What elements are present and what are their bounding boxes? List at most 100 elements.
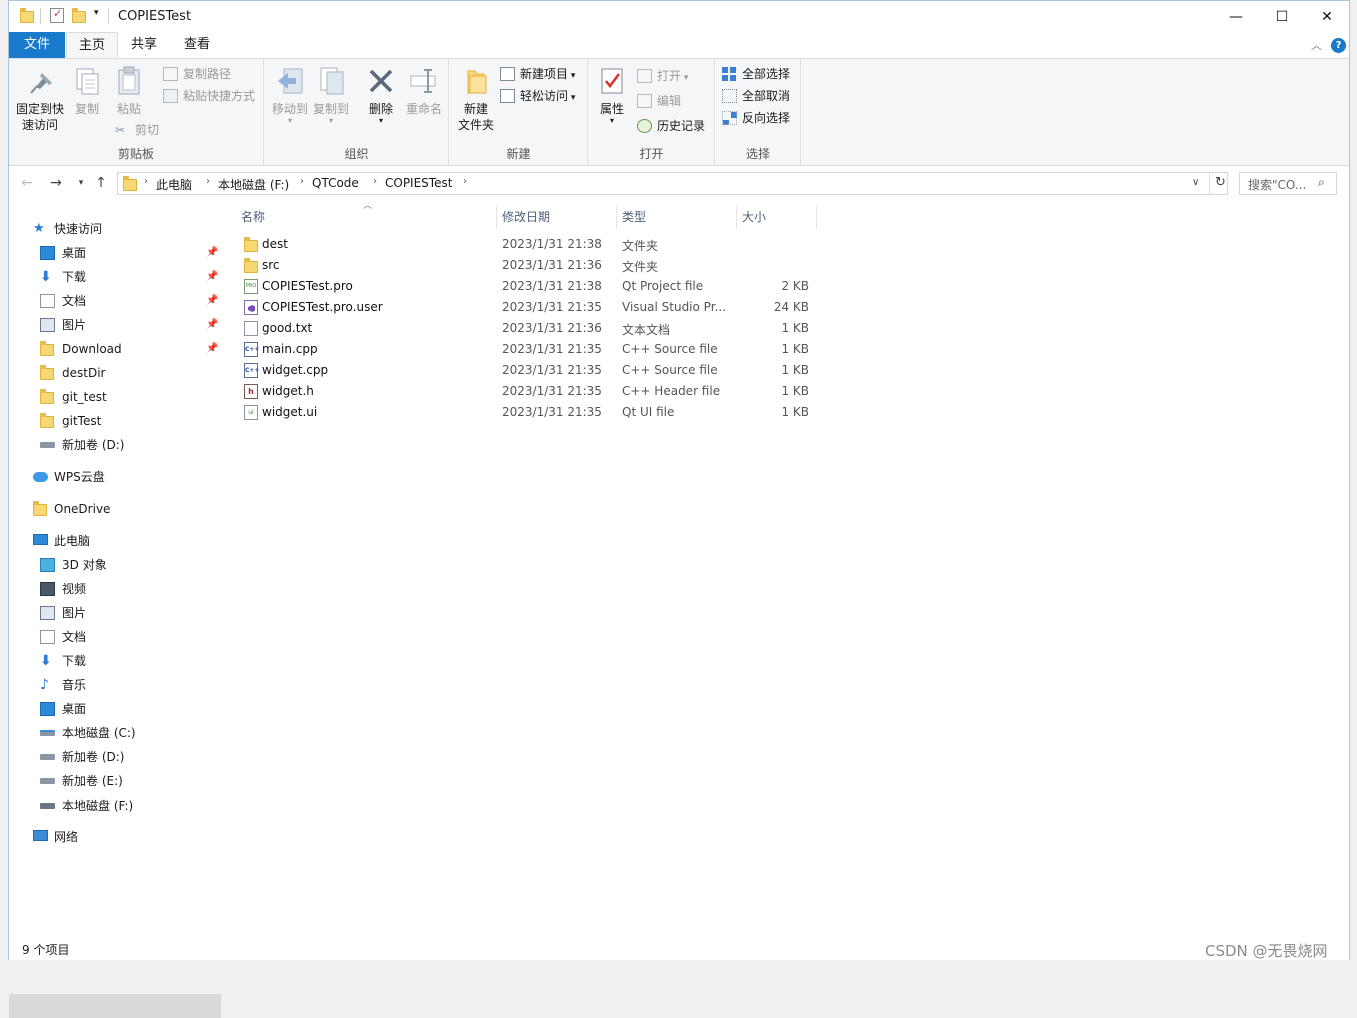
move-to-button[interactable]: 移动到 ▾ (270, 65, 310, 125)
tab-home[interactable]: 主页 (66, 32, 118, 58)
table-row[interactable]: COPIESTest.pro.user 2023/1/31 21:35 Visu… (241, 297, 811, 318)
pin-icon[interactable]: 📌 (206, 241, 218, 265)
address-dropdown-icon[interactable]: ∨ (1192, 177, 1199, 188)
folder-icon (244, 237, 258, 252)
properties-button[interactable]: 属性 ▾ (594, 65, 630, 125)
history-button[interactable]: 历史记录 (637, 116, 705, 136)
chevron-right-icon[interactable]: › (463, 176, 467, 187)
close-button[interactable]: ✕ (1304, 1, 1350, 32)
recent-locations-chevron-icon[interactable]: ▾ (72, 174, 90, 192)
edit-icon (637, 94, 652, 108)
column-header-name[interactable]: 名称 (241, 208, 265, 225)
item-count: 9 个项目 (22, 943, 70, 957)
open-group: 属性 ▾ 打开 ▾ 编辑 历史记录 打开 (589, 59, 715, 165)
edit-button[interactable]: 编辑 (637, 91, 681, 111)
table-row[interactable]: good.txt 2023/1/31 21:36 文本文档 1 KB (241, 318, 811, 339)
table-row[interactable]: dest 2023/1/31 21:38 文件夹 (241, 234, 811, 255)
forward-arrow-icon[interactable]: → (47, 174, 65, 192)
minimize-button[interactable]: — (1213, 1, 1259, 32)
tab-file[interactable]: 文件 (9, 32, 65, 58)
pin-icon[interactable]: 📌 (206, 313, 218, 337)
rename-button[interactable]: 重命名 (403, 65, 445, 117)
organize-label: 组织 (344, 147, 369, 161)
status-bar: 9 个项目 (9, 937, 1349, 960)
tab-share[interactable]: 共享 (118, 32, 170, 58)
nav-item-desktop[interactable]: 桌面 📌 (40, 241, 220, 265)
pin-quick-access-button[interactable]: 固定到快 速访问 (14, 65, 66, 133)
nav-item-documents[interactable]: 文档 📌 (40, 289, 220, 313)
copy-path-button[interactable]: 复制路径 (163, 64, 231, 84)
maximize-button[interactable]: ☐ (1259, 1, 1305, 32)
qt-project-file-icon: PRO (244, 279, 258, 294)
ribbon-tabs: 文件 主页 共享 查看 ︿ ? (9, 32, 1349, 58)
chevron-right-icon[interactable]: › (144, 176, 148, 187)
organize-group: 移动到 ▾ 复制到 ▾ 删除 ▾ 重命名 组织 (265, 59, 449, 165)
new-folder-button[interactable]: 新建 文件夹 (454, 65, 498, 133)
cut-button[interactable]: ✂ 剪切 (115, 120, 159, 140)
copy-button[interactable]: 复制 (69, 65, 105, 117)
easy-access-button[interactable]: 轻松访问 ▾ (500, 86, 575, 106)
select-all-button[interactable]: 全部选择 (722, 64, 790, 84)
folder-icon (244, 258, 258, 273)
chevron-right-icon[interactable]: › (373, 176, 377, 187)
drive-icon (40, 778, 55, 784)
column-header-size[interactable]: 大小 (742, 208, 766, 225)
open-button[interactable]: 打开 ▾ (637, 66, 688, 86)
nav-item-download-folder[interactable]: Download 📌 (40, 337, 220, 361)
computer-icon (33, 534, 48, 545)
paste-shortcut-button[interactable]: 粘贴快捷方式 (163, 86, 255, 106)
new-folder-quick-icon[interactable] (72, 8, 86, 24)
open-icon (637, 69, 652, 83)
folder-icon (40, 365, 55, 380)
nav-item-downloads[interactable]: ⬇ 下载 📌 (40, 265, 220, 289)
copy-to-button[interactable]: 复制到 ▾ (311, 65, 351, 125)
breadcrumb-drive-f[interactable]: 本地磁盘 (F:) (218, 176, 289, 193)
paste-button[interactable]: 粘贴 (111, 65, 147, 117)
back-arrow-icon[interactable]: ← (18, 174, 36, 192)
collapse-ribbon-icon[interactable]: ︿ (1311, 37, 1322, 53)
pin-icon[interactable]: 📌 (206, 265, 218, 289)
explorer-window: ✓ ▾ COPIESTest — ☐ ✕ 文件 主页 共享 查看 ︿ ? 固定到… (8, 0, 1350, 1018)
delete-button[interactable]: 删除 ▾ (361, 65, 401, 125)
system-drive-icon (40, 730, 55, 736)
up-arrow-icon[interactable]: ↑ (92, 174, 110, 192)
copy-path-icon (163, 67, 178, 81)
tab-view[interactable]: 查看 (171, 32, 223, 58)
new-item-button[interactable]: 新建项目 ▾ (500, 64, 575, 84)
pin-icon[interactable]: 📌 (206, 337, 218, 361)
drive-icon (40, 442, 55, 448)
column-header-date[interactable]: 修改日期 (502, 208, 550, 225)
address-bar[interactable]: › 此电脑 › 本地磁盘 (F:) › QTCode › COPIESTest … (117, 172, 1228, 195)
move-to-icon (274, 65, 306, 97)
help-icon[interactable]: ? (1331, 38, 1346, 53)
table-row[interactable]: h widget.h 2023/1/31 21:35 C++ Header fi… (241, 381, 811, 402)
breadcrumb-this-pc[interactable]: 此电脑 (156, 176, 192, 193)
table-row[interactable]: PRO COPIESTest.pro 2023/1/31 21:38 Qt Pr… (241, 276, 811, 297)
folder-icon (40, 413, 55, 428)
table-row[interactable]: src 2023/1/31 21:36 文件夹 (241, 255, 811, 276)
ribbon: 固定到快 速访问 复制 粘贴 复制路径 粘贴快捷方式 ✂ 剪切 剪贴板 移动到 … (9, 58, 1349, 166)
column-header-type[interactable]: 类型 (622, 208, 646, 225)
download-arrow-icon: ⬇ (40, 269, 52, 285)
new-group: 新建 文件夹 新建项目 ▾ 轻松访问 ▾ 新建 (450, 59, 588, 165)
breadcrumb-qtcode[interactable]: QTCode (312, 176, 359, 190)
search-input[interactable]: 搜索"CO... ⌕ (1239, 172, 1337, 195)
select-none-button[interactable]: 全部取消 (722, 86, 790, 106)
folder-icon (40, 341, 55, 356)
table-row[interactable]: ui widget.ui 2023/1/31 21:35 Qt UI file … (241, 402, 811, 423)
chevron-right-icon[interactable]: › (206, 176, 210, 187)
pin-icon[interactable]: 📌 (206, 289, 218, 313)
chevron-right-icon[interactable]: › (300, 176, 304, 187)
refresh-icon[interactable]: ↻ (1215, 175, 1226, 190)
nav-item-pictures[interactable]: 图片 📌 (40, 313, 220, 337)
quick-access-dropdown-icon[interactable]: ▾ (94, 8, 99, 18)
copy-to-icon (315, 65, 347, 97)
properties-quick-icon[interactable]: ✓ (50, 7, 64, 23)
table-row[interactable]: C++ widget.cpp 2023/1/31 21:35 C++ Sourc… (241, 360, 811, 381)
invert-selection-button[interactable]: 反向选择 (722, 108, 790, 128)
window-title: COPIESTest (118, 9, 192, 24)
select-group: 全部选择 全部取消 反向选择 选择 (716, 59, 801, 165)
breadcrumb-copiestest[interactable]: COPIESTest (385, 176, 452, 190)
select-all-icon (722, 67, 737, 81)
table-row[interactable]: C++ main.cpp 2023/1/31 21:35 C++ Source … (241, 339, 811, 360)
